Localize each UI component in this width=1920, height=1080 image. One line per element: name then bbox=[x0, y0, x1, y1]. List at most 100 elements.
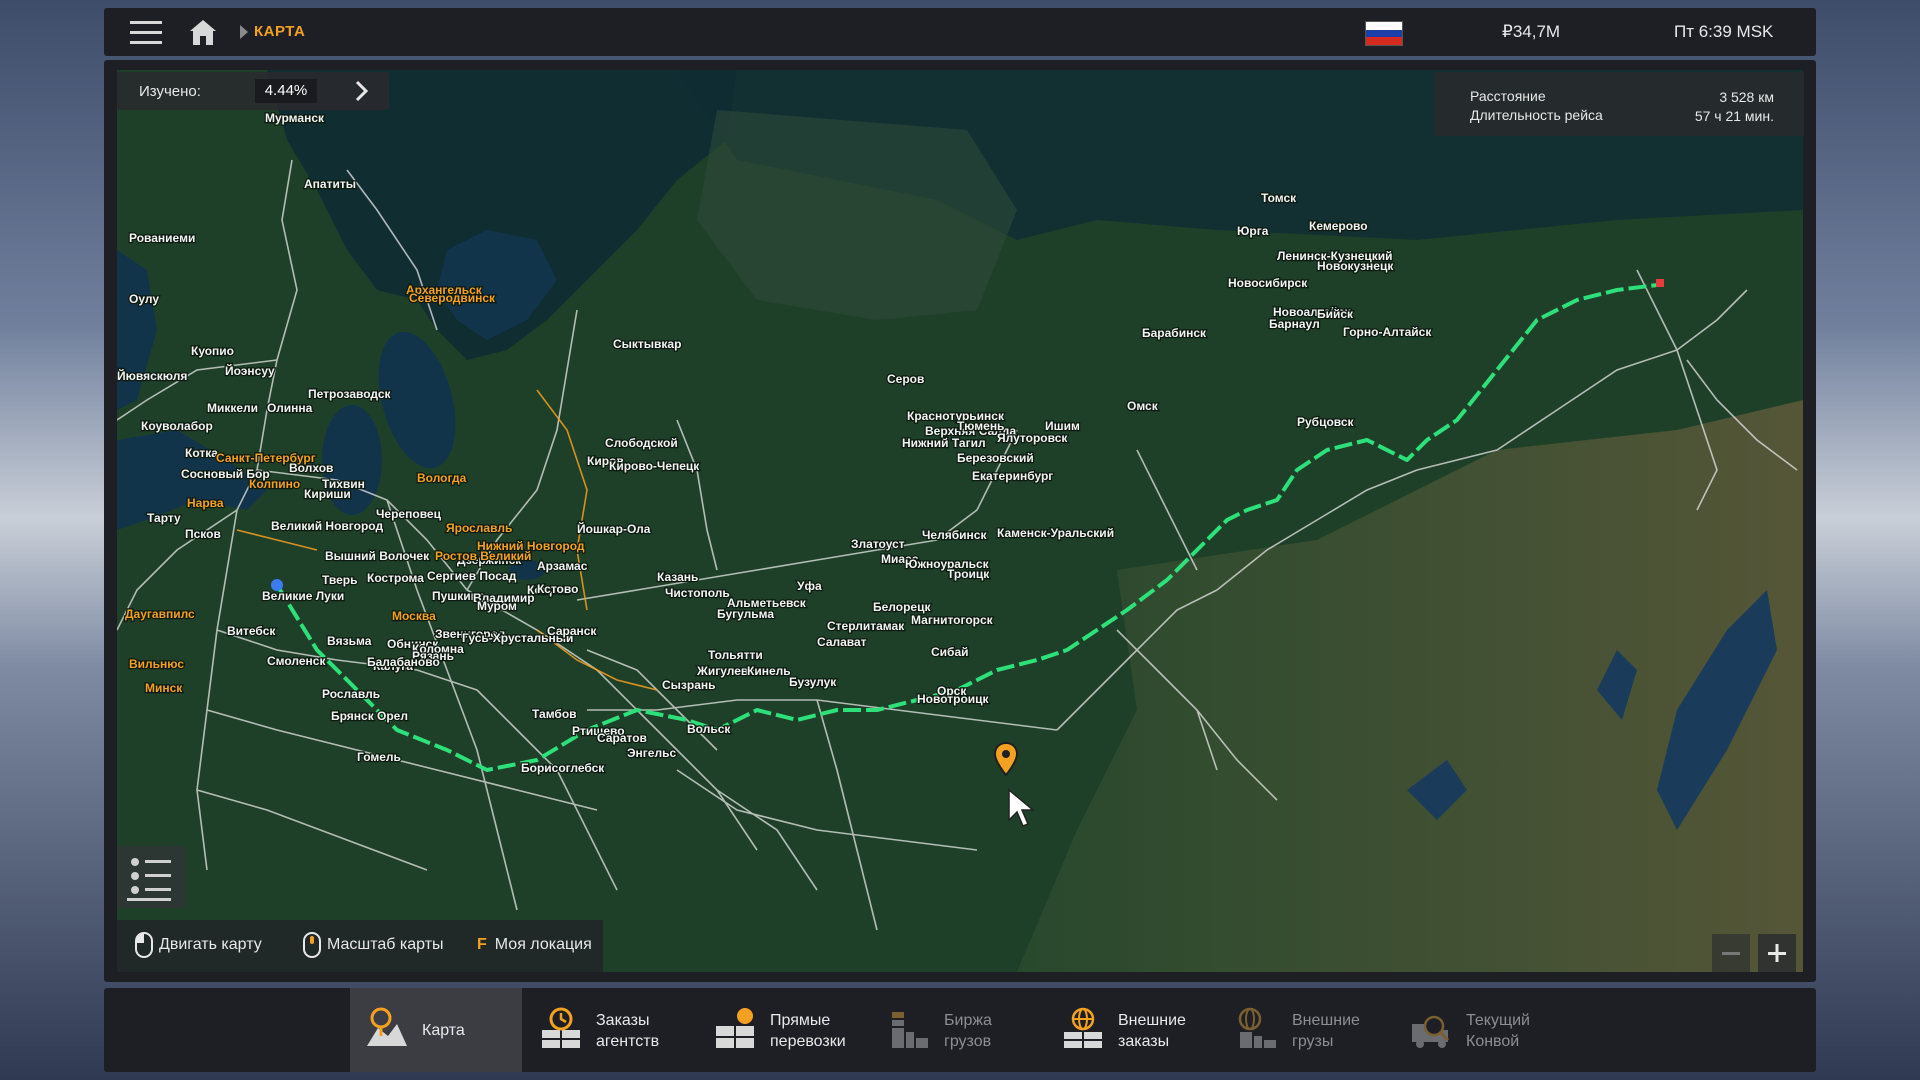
city-label: Орел bbox=[377, 709, 408, 723]
city-label: Балабаново bbox=[367, 655, 440, 669]
city-label: Магнитогорск bbox=[911, 613, 994, 627]
city-label: Рубцовск bbox=[1297, 415, 1355, 429]
mouse-cursor-icon bbox=[1008, 788, 1035, 827]
tab-external-orders[interactable]: Внешние заказы bbox=[1046, 988, 1218, 1072]
game-clock: Пт 6:39 MSK bbox=[1674, 22, 1774, 41]
city-label: Серов bbox=[887, 372, 924, 386]
city-label: Йоэнсуу bbox=[225, 363, 275, 378]
city-label: Бугульма bbox=[717, 607, 774, 621]
tab-label: Карта bbox=[422, 1022, 465, 1039]
city-label: Череповец bbox=[376, 507, 442, 521]
external-orders-icon bbox=[1064, 1007, 1102, 1048]
city-label: Псков bbox=[185, 527, 221, 541]
mouse-wheel-icon bbox=[303, 932, 321, 958]
city-label: Ялуторовск bbox=[997, 431, 1068, 445]
city-label: Вышний Волочек bbox=[325, 549, 430, 563]
city-label: Северодвинск bbox=[409, 291, 496, 305]
city-label: Каменск-Уральский bbox=[997, 526, 1114, 540]
cargo-exchange-icon bbox=[892, 1012, 928, 1048]
breadcrumb-chevron-icon bbox=[240, 25, 248, 39]
tab-external-cargo[interactable]: Внешние грузы bbox=[1220, 988, 1392, 1072]
hint-move: Двигать карту bbox=[135, 932, 262, 958]
top-bar: КАРТА ₽34,7M Пт 6:39 MSK bbox=[104, 8, 1816, 56]
city-label: Златоуст bbox=[851, 537, 905, 551]
breadcrumb: КАРТА bbox=[254, 23, 306, 40]
city-label: Вольск bbox=[687, 722, 731, 736]
city-label: Белорецк bbox=[873, 600, 931, 614]
tab-label-line1: Текущий bbox=[1466, 1012, 1530, 1029]
city-label: Горно-Алтайск bbox=[1343, 325, 1432, 339]
tab-label-line2: заказы bbox=[1118, 1033, 1170, 1050]
city-label: Томск bbox=[1261, 191, 1297, 205]
city-label: Волхов bbox=[289, 461, 333, 475]
city-label: Рованиеми bbox=[129, 231, 195, 245]
city-label: Тарту bbox=[147, 511, 181, 525]
city-label: Сызрань bbox=[662, 678, 716, 692]
city-label: Кинель bbox=[747, 664, 791, 678]
city-label: Арзамас bbox=[537, 559, 588, 573]
menu-icon[interactable] bbox=[130, 20, 162, 46]
tab-map[interactable]: Карта bbox=[350, 988, 522, 1072]
city-label: Москва bbox=[392, 609, 436, 623]
city-label: Смоленск bbox=[267, 654, 326, 668]
city-label: Йювяскюля bbox=[117, 368, 187, 383]
city-label: Нарва bbox=[187, 496, 224, 510]
city-label: Сибай bbox=[931, 645, 969, 659]
tab-agency-orders[interactable]: Заказы агентств bbox=[524, 988, 696, 1072]
zoom-out-button[interactable] bbox=[1712, 934, 1750, 972]
map-labels: МурманскАпатитыРованиемиАрхангельскСевер… bbox=[117, 110, 1434, 777]
external-cargo-icon bbox=[1238, 1007, 1276, 1048]
zoom-in-button[interactable] bbox=[1758, 934, 1796, 972]
tab-label-line2: грузы bbox=[1292, 1033, 1334, 1050]
city-label: Бузулук bbox=[789, 675, 837, 689]
city-label: Екатеринбург bbox=[972, 469, 1053, 483]
city-label: Нижний Тагил bbox=[902, 436, 986, 450]
city-label: Энгельс bbox=[627, 746, 676, 760]
tab-label-line1: Биржа bbox=[944, 1012, 992, 1029]
city-label: Вязьма bbox=[327, 634, 372, 648]
home-icon[interactable] bbox=[188, 18, 218, 46]
city-label: Олинна bbox=[267, 401, 313, 415]
city-label: Гомель bbox=[357, 750, 401, 764]
world-map[interactable]: Мурманск Апатиты Рованиеми Архангельск Север… bbox=[117, 70, 1803, 972]
map-legend-button[interactable] bbox=[117, 846, 185, 908]
explored-panel: Изучено: 4.44% bbox=[117, 72, 389, 110]
map-icon bbox=[367, 1007, 407, 1046]
city-label: Кемерово bbox=[1309, 219, 1368, 233]
hint-location-key: F bbox=[477, 936, 487, 953]
city-label: Кстово bbox=[537, 582, 578, 596]
tab-current-convoy[interactable]: Текущий Конвой bbox=[1394, 988, 1566, 1072]
direct-transport-icon bbox=[716, 1008, 754, 1048]
city-label: Витебск bbox=[227, 624, 276, 638]
city-label: Мурманск bbox=[265, 111, 325, 125]
tab-cargo-exchange[interactable]: Биржа грузов bbox=[872, 988, 1044, 1072]
city-label: Миккели bbox=[207, 401, 258, 415]
hint-move-text: Двигать карту bbox=[159, 936, 262, 953]
city-label: Новокузнецк bbox=[1317, 259, 1394, 273]
city-label: Барабинск bbox=[1142, 326, 1207, 340]
city-label: Тольятти bbox=[708, 648, 763, 662]
flag-stripe-white bbox=[1366, 22, 1402, 30]
city-label: Оулу bbox=[129, 292, 159, 306]
duration-label: Длительность рейса bbox=[1470, 107, 1603, 123]
city-label: Новотроицк bbox=[917, 692, 990, 706]
city-label: Ростов Великий bbox=[435, 549, 531, 563]
money-balance: ₽34,7M bbox=[1502, 22, 1561, 41]
bottom-nav: Карта Заказы агентств Прямые перевозки Б… bbox=[104, 988, 1816, 1072]
flag-stripe-blue bbox=[1366, 29, 1402, 38]
hint-zoom: Масштаб карты bbox=[303, 932, 444, 958]
city-label: Сергиев Посад bbox=[427, 569, 517, 583]
city-label: Бийск bbox=[1317, 307, 1354, 321]
tab-label-line1: Заказы bbox=[596, 1012, 650, 1029]
agency-orders-icon bbox=[542, 1007, 580, 1048]
city-label: Слободской bbox=[605, 436, 678, 450]
city-label: Великий Новгород bbox=[271, 519, 383, 533]
tab-direct-transport[interactable]: Прямые перевозки bbox=[698, 988, 870, 1072]
explored-value: 4.44% bbox=[255, 79, 317, 103]
chevron-right-icon[interactable] bbox=[349, 79, 373, 103]
city-label: Кирово-Чепецк bbox=[609, 459, 700, 473]
city-label: Даугавпилс bbox=[125, 607, 195, 621]
city-label: Уфа bbox=[797, 579, 822, 593]
tab-label-line2: агентств bbox=[596, 1033, 660, 1050]
city-label: Муром bbox=[477, 599, 517, 613]
